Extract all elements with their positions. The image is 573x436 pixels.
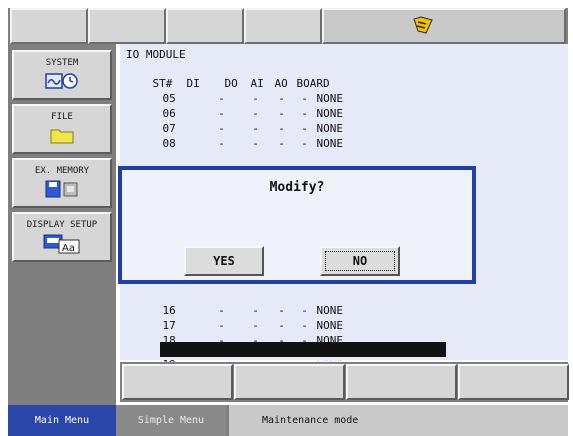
display-setup-button[interactable]: DISPLAY SETUP Aa	[12, 212, 112, 262]
io-module-title: IO MODULE	[126, 48, 186, 61]
memory-device-icon	[45, 180, 78, 198]
top-status-bar	[8, 8, 568, 44]
table-row[interactable]: 18- - - - NONE	[126, 318, 397, 347]
status-area	[322, 8, 566, 44]
file-button[interactable]: FILE	[12, 104, 112, 154]
system-button[interactable]: SYSTEM	[12, 50, 112, 100]
yes-button[interactable]: YES	[184, 246, 264, 276]
no-button[interactable]: NO	[320, 246, 400, 276]
top-key-3[interactable]	[166, 8, 244, 44]
bottom-divider	[226, 405, 229, 436]
table-row[interactable]: 07- - - - NONE	[126, 106, 397, 135]
file-label: FILE	[51, 112, 73, 122]
dialog-message: Modify?	[269, 180, 325, 195]
table-row[interactable]: 06- - - - NONE	[126, 91, 397, 120]
flag-status-icon	[413, 16, 433, 34]
top-key-4[interactable]	[244, 8, 322, 44]
function-key-3[interactable]	[346, 364, 457, 400]
function-key-1[interactable]	[122, 364, 233, 400]
bottom-bar: Main Menu Simple Menu Maintenance mode	[8, 405, 568, 436]
display-setup-icon: Aa	[43, 234, 80, 254]
io-column-headers: ST# DI DO AI AO BOARD	[126, 61, 357, 90]
display-setup-label: DISPLAY SETUP	[26, 220, 98, 230]
mode-indicator: Maintenance mode	[262, 415, 359, 426]
ex-memory-label: EX. MEMORY	[34, 166, 90, 176]
simple-menu-button[interactable]: Simple Menu	[116, 405, 226, 436]
modify-dialog: Modify? YES NO	[118, 166, 476, 284]
svg-text:Aa: Aa	[62, 243, 75, 254]
function-key-2[interactable]	[234, 364, 345, 400]
top-key-2[interactable]	[88, 8, 166, 44]
function-key-4[interactable]	[458, 364, 569, 400]
table-row-selected[interactable]: 19----NONE	[126, 342, 397, 371]
ex-memory-button[interactable]: EX. MEMORY	[12, 158, 112, 208]
table-row[interactable]: 17- - - - NONE	[126, 303, 397, 332]
folder-icon	[50, 129, 74, 144]
main-menu-button[interactable]: Main Menu	[8, 405, 116, 436]
function-key-bar	[120, 362, 569, 402]
system-label: SYSTEM	[45, 58, 79, 68]
system-clock-icon	[45, 73, 78, 89]
side-menu: SYSTEM FILE EX. MEMORY DISPLAY SETUP Aa	[8, 44, 116, 405]
table-row[interactable]: 16- - - - NONE	[126, 288, 397, 317]
top-key-1[interactable]	[10, 8, 88, 44]
table-row[interactable]: 05- - - - NONE	[126, 76, 397, 105]
table-row[interactable]: 08- - - - NONE	[126, 121, 397, 150]
